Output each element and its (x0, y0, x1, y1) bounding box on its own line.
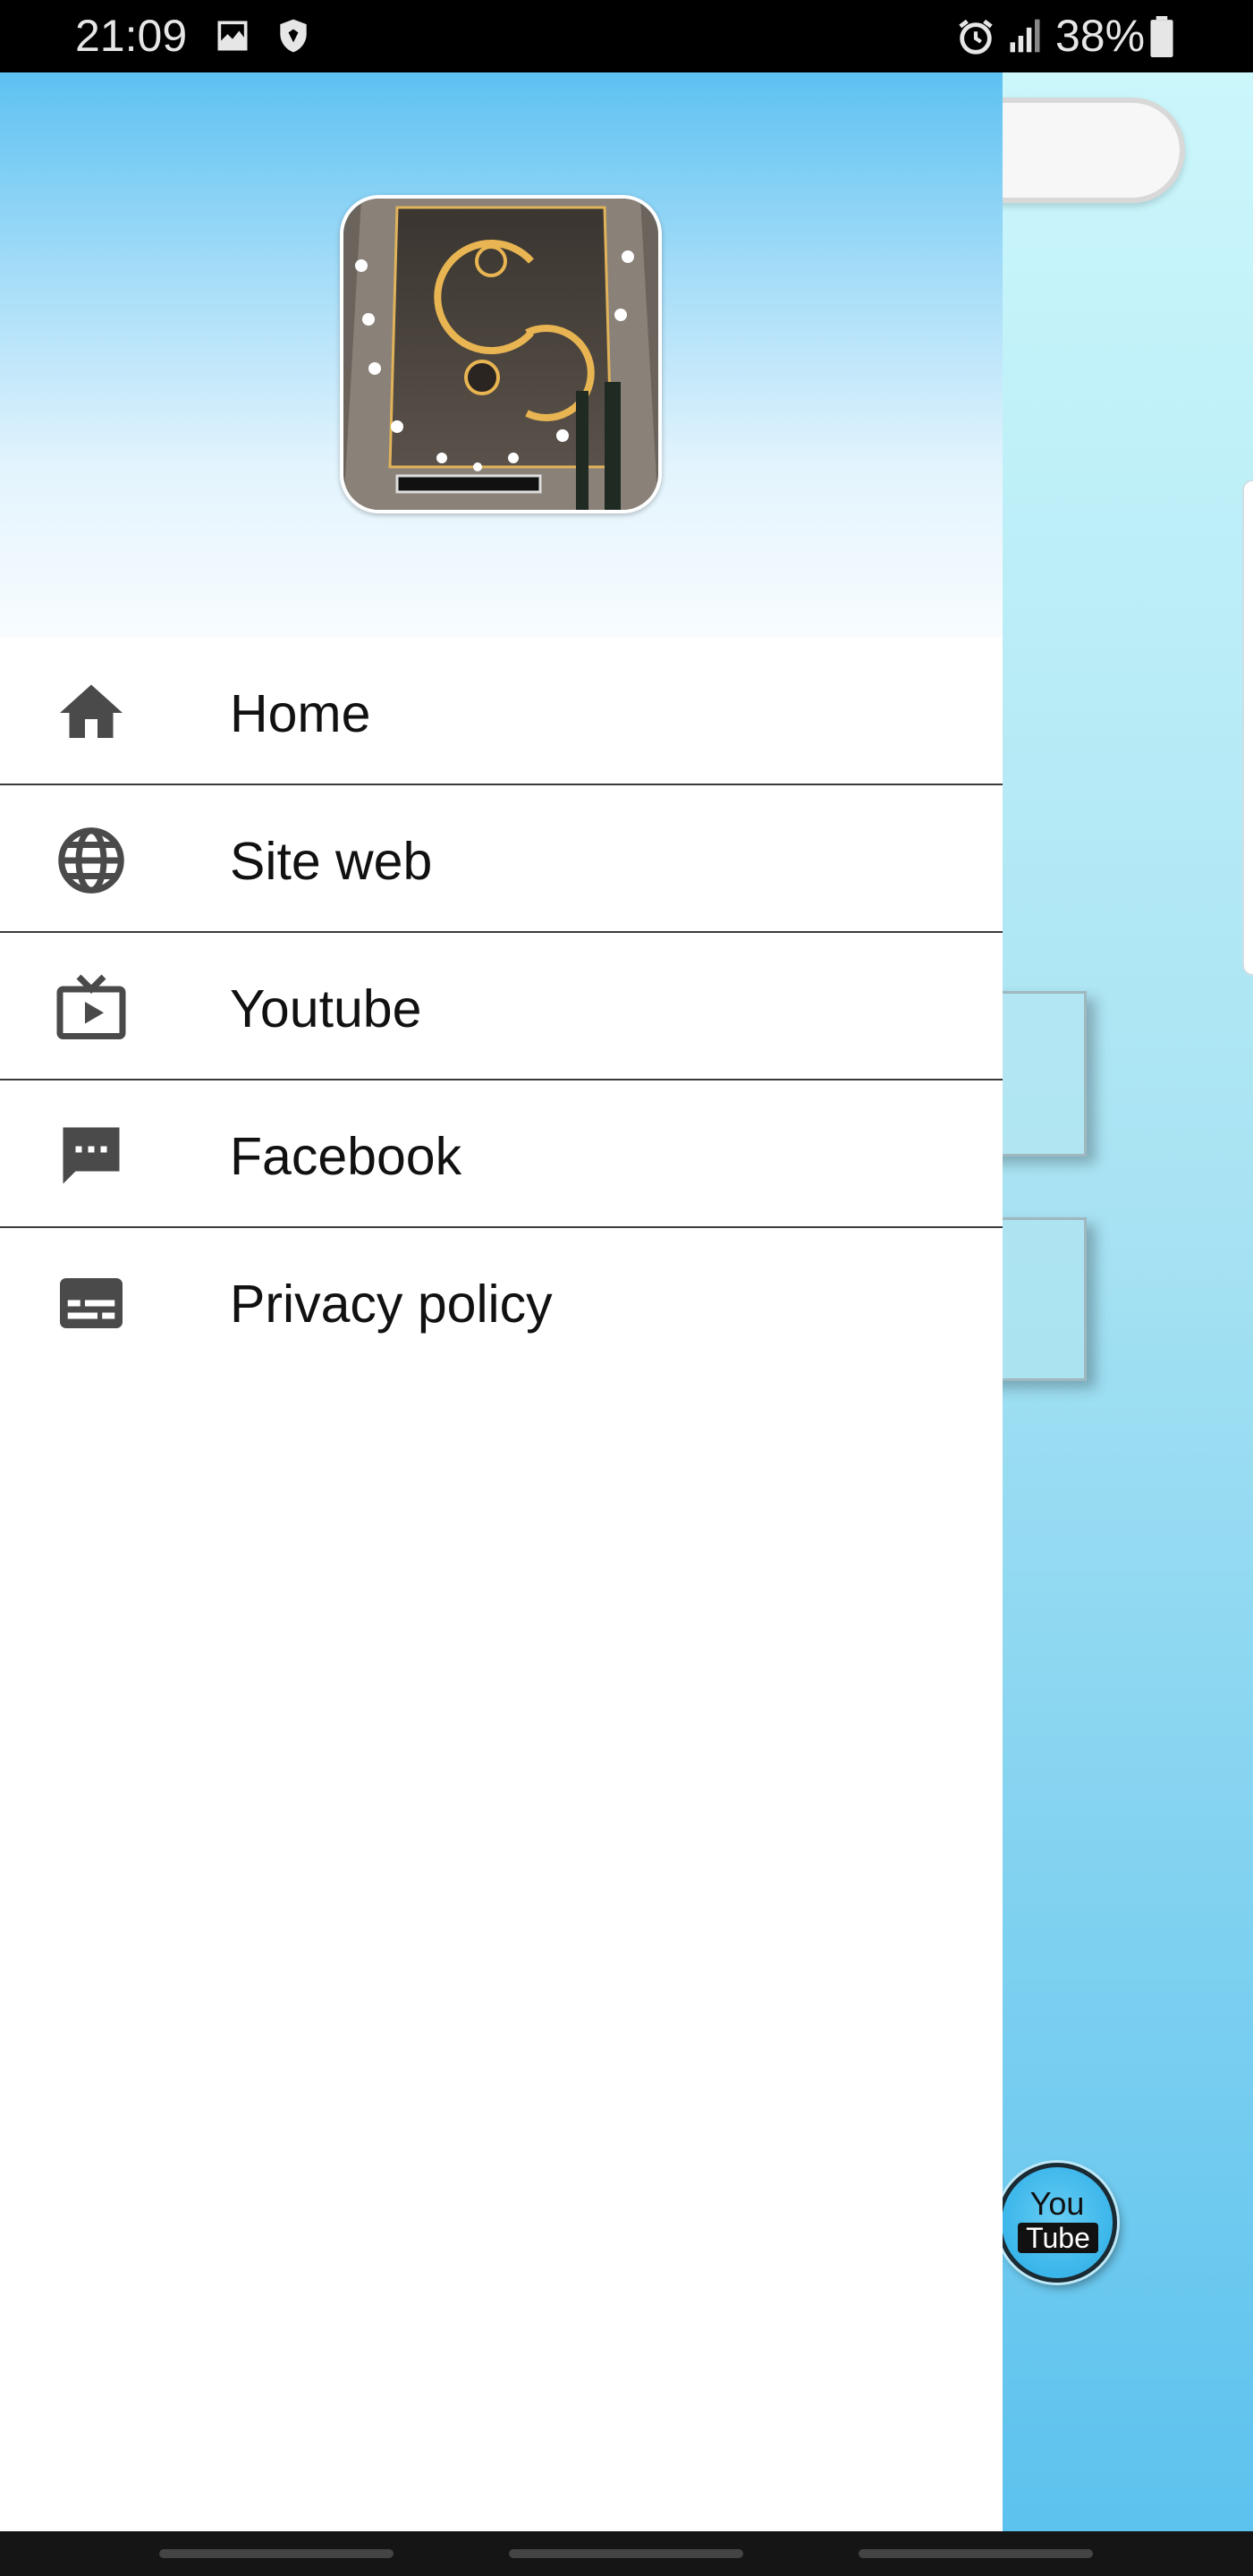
menu-item-home[interactable]: Home (0, 638, 1003, 785)
navigation-drawer: Home Site web Youtube Facebook Privacy p (0, 72, 1003, 2531)
nav-home-button[interactable] (509, 2549, 743, 2558)
nav-back-button[interactable] (859, 2549, 1093, 2558)
youtube-badge-button[interactable]: You Tube (997, 2163, 1117, 2283)
chat-bubble-icon (54, 1118, 129, 1193)
youtube-badge-bottom-text: Tube (1018, 2223, 1098, 2253)
image-icon (213, 16, 252, 60)
status-bar: 21:09 38% (0, 0, 1253, 72)
side-panel-handle[interactable] (1242, 479, 1253, 976)
system-navigation-bar (0, 2531, 1253, 2576)
header-logo-image (340, 195, 662, 513)
drawer-header (0, 72, 1003, 638)
youtube-badge-top-text: You (1029, 2185, 1085, 2222)
battery-icon (1148, 16, 1175, 62)
menu-item-label: Privacy policy (230, 1275, 553, 1334)
battery-percentage: 38% (1055, 11, 1146, 61)
tv-play-icon (54, 970, 129, 1046)
subtitles-icon (54, 1266, 129, 1341)
shield-icon (274, 16, 313, 60)
menu-item-site-web[interactable]: Site web (0, 785, 1003, 933)
menu-item-label: Facebook (230, 1127, 462, 1186)
menu-item-label: Site web (230, 832, 433, 891)
alarm-icon (955, 16, 996, 62)
nav-recents-button[interactable] (159, 2549, 394, 2558)
home-icon (54, 675, 129, 750)
menu-item-privacy-policy[interactable]: Privacy policy (0, 1228, 1003, 1376)
globe-icon (54, 823, 129, 898)
menu-item-youtube[interactable]: Youtube (0, 933, 1003, 1080)
signal-icon (1005, 16, 1045, 60)
drawer-menu: Home Site web Youtube Facebook Privacy p (0, 638, 1003, 1376)
menu-item-label: Home (230, 684, 371, 743)
menu-item-facebook[interactable]: Facebook (0, 1080, 1003, 1228)
status-time: 21:09 (75, 11, 188, 61)
menu-item-label: Youtube (230, 979, 422, 1038)
